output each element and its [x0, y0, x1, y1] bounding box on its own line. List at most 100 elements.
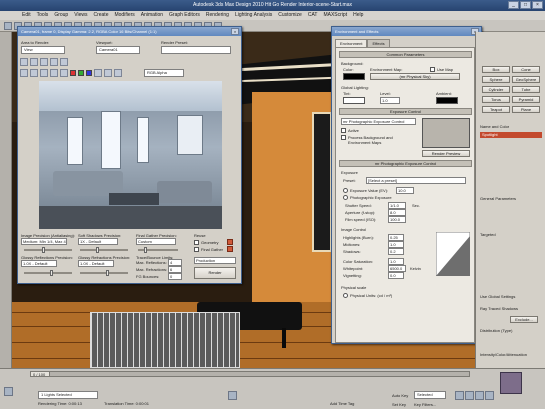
key-mode-select[interactable]: Selected [414, 391, 446, 399]
tab-environment[interactable]: Environment [335, 39, 368, 47]
cylinder-button[interactable]: Cylinder [482, 86, 510, 93]
glossy-refractions-select[interactable]: 1.0X - Default [78, 260, 114, 267]
play-icon[interactable] [475, 391, 484, 400]
object-name-field[interactable]: Spotlight [480, 132, 542, 138]
key-filters-button[interactable]: Key Filters... [414, 402, 436, 407]
fg-bounces-spinner[interactable]: 0 [168, 273, 182, 280]
photographic-exposure-radio[interactable] [343, 195, 348, 200]
glossy-refractions-slider[interactable] [106, 270, 109, 276]
common-parameters-rollout[interactable]: Common Parameters [339, 51, 472, 58]
swatch-icon[interactable] [114, 69, 122, 77]
image-precision-slider[interactable] [42, 247, 45, 253]
active-checkbox[interactable] [341, 128, 346, 133]
cone-button[interactable]: Cone [512, 66, 540, 73]
whitepoint-spinner[interactable]: 6500.0 [388, 265, 406, 272]
soft-shadows-select[interactable]: 1X - Default [78, 238, 118, 245]
area-to-render-select[interactable]: View [21, 46, 65, 54]
exclude-button[interactable]: Exclude... [510, 316, 538, 323]
glossy-reflections-select[interactable]: 1.0X - Default [21, 260, 57, 267]
menu-modifiers[interactable]: Modifiers [114, 11, 134, 20]
render-window-close-button[interactable]: × [231, 28, 239, 35]
menu-graph-editors[interactable]: Graph Editors [169, 11, 200, 20]
maxscript-listener-icon[interactable] [4, 387, 13, 396]
teapot-button[interactable]: Teapot [482, 106, 510, 113]
tab-effects[interactable]: Effects [367, 39, 390, 47]
environment-map-button[interactable]: (mr Physical Sky) [370, 73, 460, 80]
clone-window-icon[interactable] [40, 69, 48, 77]
menu-create[interactable]: Create [93, 11, 108, 20]
menu-rendering[interactable]: Rendering [206, 11, 229, 20]
vignetting-spinner[interactable]: 0.0 [388, 272, 404, 279]
menu-lighting-analysis[interactable]: Lighting Analysis [235, 11, 272, 20]
shadows-spinner[interactable]: 0.2 [388, 248, 404, 255]
menu-help[interactable]: Help [353, 11, 363, 20]
save-image-icon[interactable] [20, 58, 28, 66]
production-select[interactable]: Production [194, 257, 236, 264]
geometry-lock-icon[interactable] [227, 239, 233, 245]
plane-button[interactable]: Plane [512, 106, 540, 113]
process-background-checkbox[interactable] [341, 135, 346, 140]
final-gather-slider[interactable] [144, 247, 147, 253]
previous-frame-icon[interactable] [465, 391, 474, 400]
menu-views[interactable]: Views [74, 11, 87, 20]
clear-icon[interactable] [60, 69, 68, 77]
midtones-spinner[interactable]: 1.0 [388, 241, 404, 248]
viewport-select[interactable]: Camera01 [96, 46, 140, 54]
red-channel-toggle[interactable] [70, 70, 76, 76]
menu-group[interactable]: Group [54, 11, 68, 20]
add-time-tag-label[interactable]: Add Time Tag [330, 401, 354, 406]
exposure-value-radio[interactable] [343, 188, 348, 193]
time-slider-thumb[interactable]: 0 / 100 [30, 371, 50, 377]
color-saturation-spinner[interactable]: 1.0 [388, 258, 404, 265]
save-image-icon[interactable] [20, 69, 28, 77]
sphere-button[interactable]: Sphere [482, 76, 510, 83]
green-channel-toggle[interactable] [78, 70, 84, 76]
highlights-spinner[interactable]: 0.25 [388, 234, 404, 241]
aperture-spinner[interactable]: 8.0 [388, 209, 406, 216]
close-button[interactable]: × [532, 1, 543, 9]
level-spinner[interactable]: 1.0 [380, 97, 400, 104]
next-frame-icon[interactable] [485, 391, 494, 400]
torus-button[interactable]: Torus [482, 96, 510, 103]
clear-icon[interactable] [60, 58, 68, 66]
clone-frame-icon[interactable] [40, 58, 48, 66]
exposure-value-spinner[interactable]: 10.0 [396, 187, 414, 194]
tint-color-swatch[interactable] [343, 97, 365, 104]
undo-icon[interactable] [4, 22, 12, 30]
max-refractions-spinner[interactable]: 6 [168, 266, 182, 273]
display-channel-select[interactable]: RGB Alpha [144, 69, 184, 77]
menu-tools[interactable]: Tools [37, 11, 49, 20]
render-preview-button[interactable]: Render Preview [422, 150, 470, 157]
copy-image-icon[interactable] [30, 69, 38, 77]
menu-maxscript[interactable]: MAXScript [323, 11, 347, 20]
exposure-control-rollout[interactable]: Exposure Control [339, 108, 472, 115]
physical-units-radio[interactable] [343, 293, 348, 298]
box-button[interactable]: Box [482, 66, 510, 73]
render-preset-select[interactable] [161, 46, 231, 54]
set-key-button[interactable]: Set Key [392, 402, 406, 407]
pyramid-button[interactable]: Pyramid [512, 96, 540, 103]
geosphere-button[interactable]: GeoSphere [512, 76, 540, 83]
go-to-start-icon[interactable] [455, 391, 464, 400]
minimize-button[interactable]: _ [508, 1, 519, 9]
menu-edit[interactable]: Edit [22, 11, 31, 20]
film-speed-spinner[interactable]: 100.0 [388, 216, 406, 223]
monochrome-icon[interactable] [104, 69, 112, 77]
soft-shadows-slider[interactable] [96, 247, 99, 253]
glossy-reflections-slider[interactable] [50, 270, 53, 276]
final-gather-lock-icon[interactable] [227, 246, 233, 252]
menu-animation[interactable]: Animation [141, 11, 163, 20]
render-button[interactable]: Render [194, 267, 236, 279]
final-gather-precision-select[interactable]: Custom [136, 238, 176, 245]
preset-select[interactable]: [Select a preset] [366, 177, 466, 184]
menu-cat[interactable]: CAT [308, 11, 318, 20]
print-icon[interactable] [50, 69, 58, 77]
use-map-checkbox[interactable] [430, 67, 435, 72]
print-image-icon[interactable] [50, 58, 58, 66]
alpha-channel-icon[interactable] [94, 69, 102, 77]
geometry-checkbox[interactable] [194, 240, 199, 245]
mr-photographic-exposure-rollout[interactable]: mr Photographic Exposure Control [339, 160, 472, 167]
maximize-button[interactable]: □ [520, 1, 531, 9]
time-slider-track[interactable] [30, 371, 470, 377]
final-gather-checkbox[interactable] [194, 247, 199, 252]
